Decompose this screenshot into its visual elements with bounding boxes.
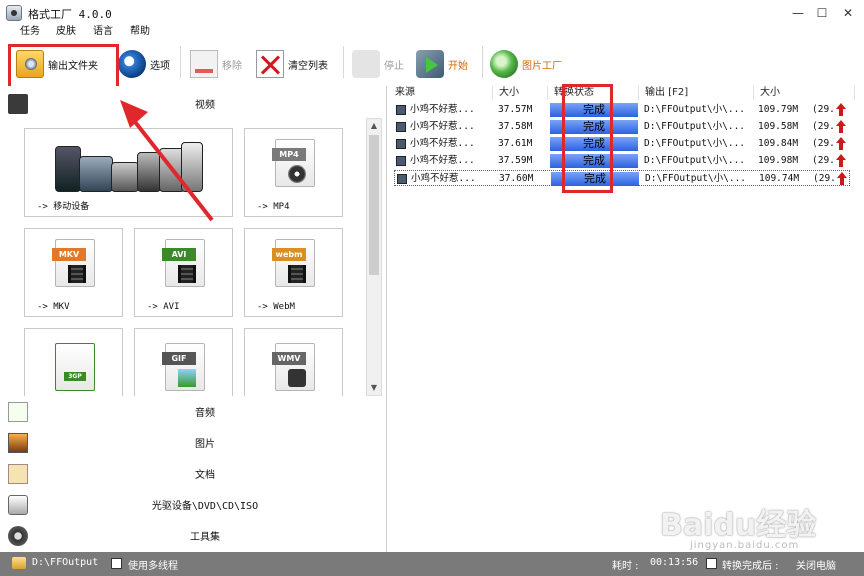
row-size: 37.57M <box>498 104 533 115</box>
folder-icon[interactable] <box>12 557 26 569</box>
row-out-size: 109.84M <box>758 138 799 149</box>
row-source: 小鸡不好惹... <box>411 173 476 184</box>
col-output[interactable]: 输出 [F2] <box>640 86 754 100</box>
table-row[interactable]: 小鸡不好惹... 37.59M 完成 D:\FFOutput\小\... 109… <box>394 153 850 169</box>
row-source: 小鸡不好惹... <box>410 104 475 115</box>
row-ratio: (29... <box>812 138 836 149</box>
size-up-arrow-icon <box>836 137 846 151</box>
status-bar: D:\FFOutput 使用多线程 耗时 : 00:13:56 转换完成后 : … <box>0 552 864 576</box>
multithread-checkbox[interactable] <box>111 558 122 569</box>
row-ratio: (29... <box>812 104 836 115</box>
arrow-shaft <box>130 116 214 222</box>
col-source[interactable]: 来源 <box>390 86 493 100</box>
video-file-icon <box>397 174 407 184</box>
table-row[interactable]: 小鸡不好惹... 37.57M 完成 D:\FFOutput\小\... 109… <box>394 102 850 118</box>
row-output: D:\FFOutput\小\... <box>644 121 746 132</box>
row-output: D:\FFOutput\小\... <box>645 173 747 184</box>
row-size: 37.60M <box>499 173 534 184</box>
multithread-label: 使用多线程 <box>128 561 178 572</box>
output-path[interactable]: D:\FFOutput <box>32 557 98 568</box>
row-source: 小鸡不好惹... <box>410 155 475 166</box>
elapsed-label: 耗时 : <box>612 561 639 572</box>
row-size: 37.61M <box>498 138 533 149</box>
size-up-arrow-icon <box>836 120 846 134</box>
size-up-arrow-icon <box>836 154 846 168</box>
row-output: D:\FFOutput\小\... <box>644 138 746 149</box>
video-file-icon <box>396 139 406 149</box>
watermark-url: jingyan.baidu.com <box>690 540 800 551</box>
table-row[interactable]: 小鸡不好惹... 37.61M 完成 D:\FFOutput\小\... 109… <box>394 136 850 152</box>
row-out-size: 109.98M <box>758 155 799 166</box>
elapsed-time: 00:13:56 <box>650 557 699 568</box>
task-list-panel: 来源 大小 转换状态 输出 [F2] 大小 小鸡不好惹... 37.57M 完成… <box>388 86 864 552</box>
video-file-icon <box>396 122 406 132</box>
shutdown-label[interactable]: 关闭电脑 <box>796 557 836 572</box>
row-ratio: (29... <box>813 173 837 184</box>
col-size[interactable]: 大小 <box>494 86 548 100</box>
row-source: 小鸡不好惹... <box>410 138 475 149</box>
size-up-arrow-icon <box>836 103 846 117</box>
watermark-brand: Baidu经验 <box>660 508 817 543</box>
row-ratio: (29... <box>812 121 836 132</box>
row-source: 小鸡不好惹... <box>410 121 475 132</box>
col-output-size[interactable]: 大小 <box>755 86 855 100</box>
watermark: Baidu经验 jingyan.baidu.com <box>660 500 860 551</box>
row-output: D:\FFOutput\小\... <box>644 104 746 115</box>
after-done-label: 转换完成后 : <box>722 561 779 572</box>
row-out-size: 109.79M <box>758 104 799 115</box>
row-size: 37.59M <box>498 155 533 166</box>
video-file-icon <box>396 105 406 115</box>
after-done-checkbox[interactable] <box>706 558 717 569</box>
row-out-size: 109.58M <box>758 121 799 132</box>
row-out-size: 109.74M <box>759 173 800 184</box>
row-ratio: (29... <box>812 155 836 166</box>
table-row-selected[interactable]: 小鸡不好惹... 37.60M 完成 D:\FFOutput\小\... 109… <box>394 170 850 186</box>
size-up-arrow-icon <box>837 172 847 186</box>
video-file-icon <box>396 156 406 166</box>
row-size: 37.58M <box>498 121 533 132</box>
table-row[interactable]: 小鸡不好惹... 37.58M 完成 D:\FFOutput\小\... 109… <box>394 119 850 135</box>
highlight-box-status-column <box>562 84 613 193</box>
arrow-head <box>120 100 148 128</box>
row-output: D:\FFOutput\小\... <box>644 155 746 166</box>
